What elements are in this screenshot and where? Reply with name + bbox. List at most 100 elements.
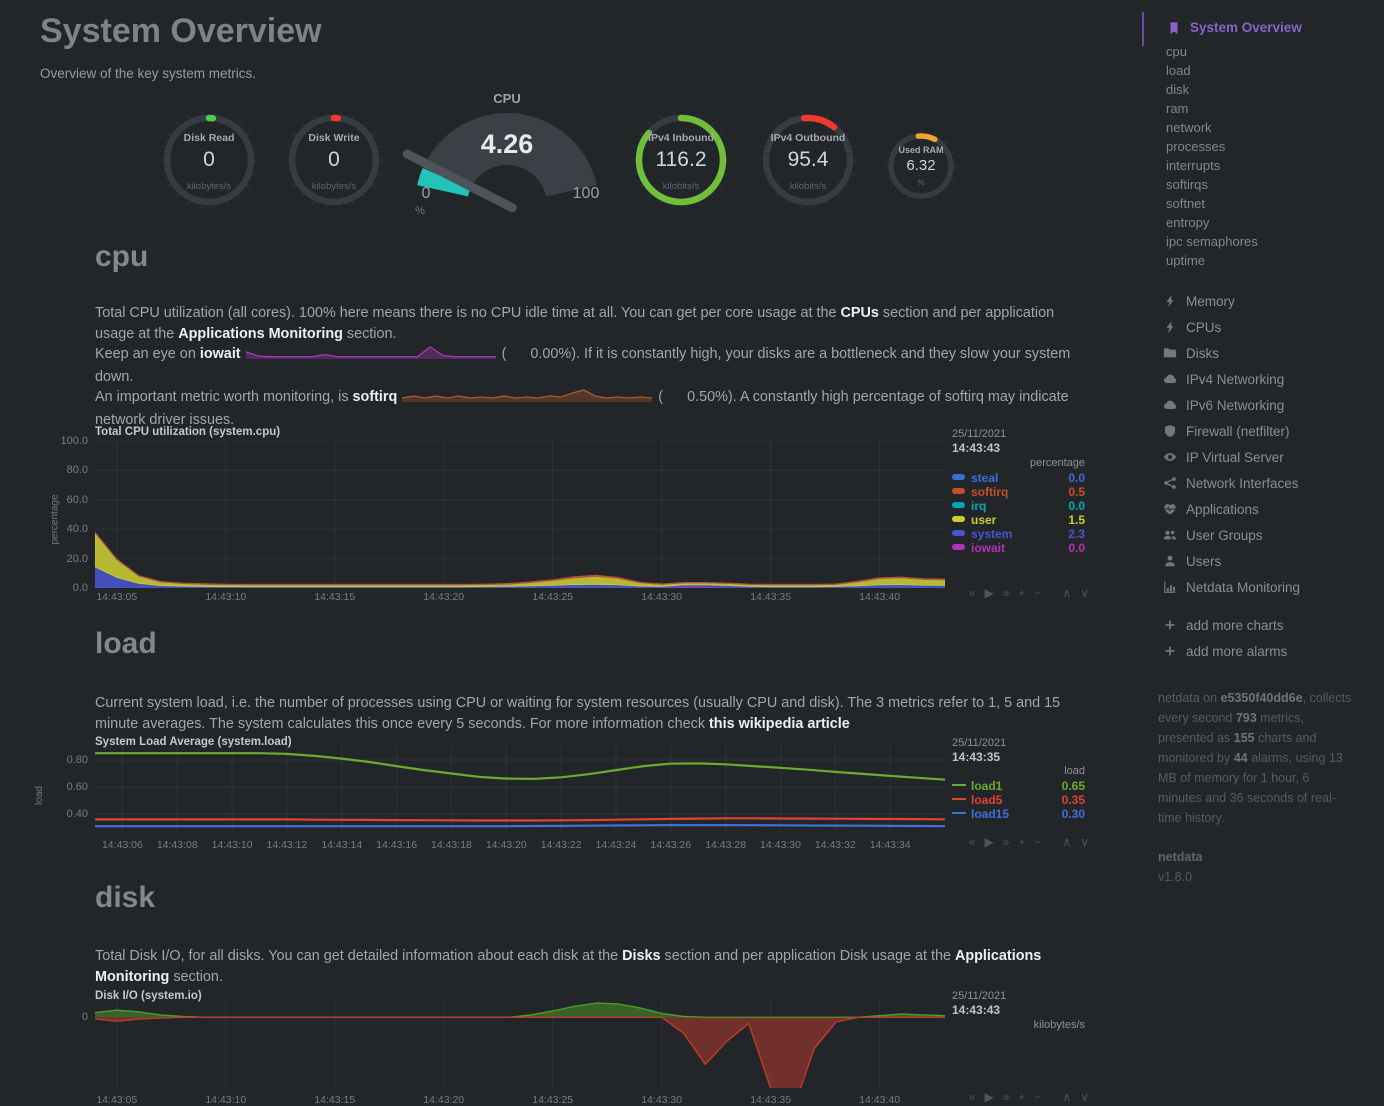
legend-row-steal[interactable]: steal0.0 xyxy=(952,471,1085,484)
inline-link[interactable]: this wikipedia article xyxy=(709,716,850,732)
sidebar-anchor-load[interactable]: load xyxy=(1166,63,1384,82)
legend-row-load15[interactable]: load150.30 xyxy=(952,807,1085,820)
sidebar-section-ipv4-networking[interactable]: IPv4 Networking xyxy=(1162,366,1384,392)
legend-swatch xyxy=(952,812,966,814)
zoom-in-icon[interactable]: + xyxy=(1018,586,1025,600)
skip-forward-icon[interactable]: » xyxy=(1003,586,1010,600)
legend-row-load5[interactable]: load50.35 xyxy=(952,793,1085,806)
legend-swatch xyxy=(952,530,965,536)
x-tick-label: 14:43:25 xyxy=(532,1094,573,1106)
sidebar-anchor-entropy[interactable]: entropy xyxy=(1166,215,1384,234)
x-tick-label: 14:43:15 xyxy=(314,591,355,603)
plus-icon xyxy=(1162,644,1177,659)
gauge-disk-write[interactable]: Disk Write0kilobytes/s xyxy=(284,110,384,210)
legend-row-user[interactable]: user1.5 xyxy=(952,513,1085,526)
gauge-cpu[interactable]: CPU4.260100% xyxy=(400,85,614,225)
gauge-unit: kilobits/s xyxy=(631,181,731,192)
legend-row-iowait[interactable]: iowait0.0 xyxy=(952,541,1085,554)
sidebar-section-applications[interactable]: Applications xyxy=(1162,496,1384,522)
gauge-label: Disk Write xyxy=(284,132,384,144)
sidebar-anchor-uptime[interactable]: uptime xyxy=(1166,253,1384,272)
sidebar-section-label: CPUs xyxy=(1186,320,1221,335)
skip-backward-icon[interactable]: « xyxy=(969,835,976,849)
sidebar-section-ip-virtual-server[interactable]: IP Virtual Server xyxy=(1162,444,1384,470)
inline-link[interactable]: Applications Monitoring xyxy=(178,326,343,342)
folder-icon xyxy=(1162,346,1177,361)
sidebar-anchor-network[interactable]: network xyxy=(1166,120,1384,139)
skip-backward-icon[interactable]: « xyxy=(969,586,976,600)
x-tick-label: 14:43:24 xyxy=(596,839,637,851)
resize-up-icon[interactable]: ∧ xyxy=(1062,586,1071,600)
x-tick-label: 14:43:10 xyxy=(212,839,253,851)
sidebar-anchor-disk[interactable]: disk xyxy=(1166,82,1384,101)
legend-swatch xyxy=(952,784,966,786)
sidebar-anchor-ipc-semaphores[interactable]: ipc semaphores xyxy=(1166,234,1384,253)
legend-row-load1[interactable]: load10.65 xyxy=(952,779,1085,792)
sidebar-action-label: add more charts xyxy=(1186,618,1284,633)
legend-row-irq[interactable]: irq0.0 xyxy=(952,499,1085,512)
sidebar-info-fragment: 793 xyxy=(1236,711,1257,725)
skip-backward-icon[interactable]: « xyxy=(969,1090,976,1104)
sidebar-section-disks[interactable]: Disks xyxy=(1162,340,1384,366)
inline-link[interactable]: Disks xyxy=(622,948,660,964)
play-icon[interactable]: ▶ xyxy=(984,586,993,600)
sidebar-anchor-interrupts[interactable]: interrupts xyxy=(1166,158,1384,177)
zoom-out-icon[interactable]: − xyxy=(1034,835,1041,849)
bold-text: softirq xyxy=(353,389,398,405)
cpu-chart-toolbar: « ▶ » +− ∧ ∨ xyxy=(969,586,1089,600)
sidebar-section-user-groups[interactable]: User Groups xyxy=(1162,522,1384,548)
y-tick-label: 0.0 xyxy=(40,582,88,594)
disk-plot-area[interactable] xyxy=(95,1000,945,1088)
legend-swatch xyxy=(952,474,965,480)
legend-series-name: load5 xyxy=(971,793,1002,807)
skip-forward-icon[interactable]: » xyxy=(1003,1090,1010,1104)
zoom-out-icon[interactable]: − xyxy=(1034,586,1041,600)
zoom-in-icon[interactable]: + xyxy=(1018,1090,1025,1104)
resize-down-icon[interactable]: ∨ xyxy=(1080,1090,1089,1104)
x-tick-label: 14:43:40 xyxy=(859,1094,900,1106)
legend-series-name: softirq xyxy=(971,485,1008,499)
legend-row-system[interactable]: system2.3 xyxy=(952,527,1085,540)
sidebar-section-cpus[interactable]: CPUs xyxy=(1162,314,1384,340)
sidebar-anchor-cpu[interactable]: cpu xyxy=(1166,44,1384,63)
legend-series-name: load1 xyxy=(971,779,1002,793)
zoom-in-icon[interactable]: + xyxy=(1018,835,1025,849)
load-plot-area[interactable] xyxy=(95,745,945,832)
gauge-used-ram[interactable]: Used RAM6.32% xyxy=(884,129,958,203)
sidebar-section-ipv6-networking[interactable]: IPv6 Networking xyxy=(1162,392,1384,418)
sidebar-item-system-overview[interactable]: System Overview xyxy=(1166,20,1384,35)
sidebar-section-users[interactable]: Users xyxy=(1162,548,1384,574)
cpu-plot-area[interactable] xyxy=(95,441,945,588)
sidebar-anchor-ram[interactable]: ram xyxy=(1166,101,1384,120)
legend-row-softirq[interactable]: softirq0.5 xyxy=(952,485,1085,498)
play-icon[interactable]: ▶ xyxy=(984,835,993,849)
legend-series-name: user xyxy=(971,513,996,527)
sidebar-anchor-softnet[interactable]: softnet xyxy=(1166,196,1384,215)
sidebar-section-netdata-monitoring[interactable]: Netdata Monitoring xyxy=(1162,574,1384,600)
sidebar-anchor-processes[interactable]: processes xyxy=(1166,139,1384,158)
sidebar-action-add-more-charts[interactable]: add more charts xyxy=(1162,612,1384,638)
sidebar-action-add-more-alarms[interactable]: add more alarms xyxy=(1162,638,1384,664)
resize-up-icon[interactable]: ∧ xyxy=(1062,835,1071,849)
load-chart-toolbar: « ▶ » +− ∧ ∨ xyxy=(969,835,1089,849)
resize-down-icon[interactable]: ∨ xyxy=(1080,835,1089,849)
sidebar-section-firewall-netfilter-[interactable]: Firewall (netfilter) xyxy=(1162,418,1384,444)
sidebar-section-memory[interactable]: Memory xyxy=(1162,288,1384,314)
resize-down-icon[interactable]: ∨ xyxy=(1080,586,1089,600)
sidebar-section-label: Users xyxy=(1186,554,1221,569)
gauge-ipv4-outbound[interactable]: IPv4 Outbound95.4kilobits/s xyxy=(758,110,858,210)
x-tick-label: 14:43:12 xyxy=(266,839,307,851)
resize-up-icon[interactable]: ∧ xyxy=(1062,1090,1071,1104)
sidebar-anchor-softirqs[interactable]: softirqs xyxy=(1166,177,1384,196)
legend-swatch xyxy=(952,488,965,494)
eye-icon xyxy=(1162,450,1177,465)
text-line: Total CPU utilization (all cores). 100% … xyxy=(95,303,1097,344)
skip-forward-icon[interactable]: » xyxy=(1003,835,1010,849)
gauge-disk-read[interactable]: Disk Read0kilobytes/s xyxy=(159,110,259,210)
inline-link[interactable]: CPUs xyxy=(841,305,879,321)
gauge-ipv4-inbound[interactable]: IPv4 Inbound116.2kilobits/s xyxy=(631,110,731,210)
sidebar-section-network-interfaces[interactable]: Network Interfaces xyxy=(1162,470,1384,496)
play-icon[interactable]: ▶ xyxy=(984,1090,993,1104)
zoom-out-icon[interactable]: − xyxy=(1034,1090,1041,1104)
sidebar-section-label: Netdata Monitoring xyxy=(1186,580,1300,595)
